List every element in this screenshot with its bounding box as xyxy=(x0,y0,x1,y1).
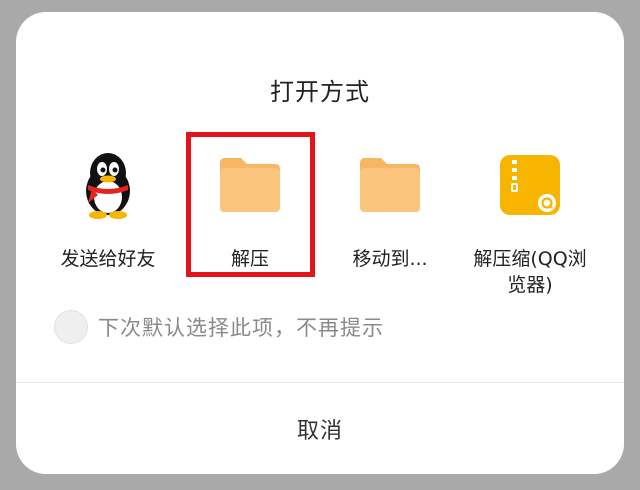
app-label: 解压缩(QQ浏 览器) xyxy=(460,246,600,298)
app-option-move-to[interactable]: 移动到... xyxy=(320,152,460,272)
open-with-dialog: 打开方式 发送给好友 解压 移动到... 解压缩(QQ浏 览器) 下次默认选择此… xyxy=(16,12,624,474)
app-label: 解压 xyxy=(230,248,269,270)
remember-choice-radio[interactable] xyxy=(54,310,88,344)
app-label: 移动到... xyxy=(352,248,428,270)
app-option-send-to-friend[interactable]: 发送给好友 xyxy=(38,152,178,272)
app-label: 发送给好友 xyxy=(60,248,156,270)
folder-icon xyxy=(217,155,283,219)
folder-icon xyxy=(357,155,423,219)
app-label-line-2: 览器) xyxy=(507,274,553,296)
remember-choice-label: 下次默认选择此项，不再提示 xyxy=(98,316,384,340)
app-option-unzip[interactable]: 解压 xyxy=(180,152,320,272)
app-label-line-1: 解压缩(QQ浏 xyxy=(473,248,587,270)
qq-penguin-icon xyxy=(78,151,138,223)
cancel-button[interactable]: 取消 xyxy=(16,383,624,474)
remember-choice-option[interactable]: 下次默认选择此项，不再提示 xyxy=(54,310,384,344)
qq-browser-zip-icon xyxy=(499,154,561,220)
dialog-title: 打开方式 xyxy=(270,78,370,106)
app-option-qq-browser-unzip[interactable]: 解压缩(QQ浏 览器) xyxy=(460,152,600,298)
